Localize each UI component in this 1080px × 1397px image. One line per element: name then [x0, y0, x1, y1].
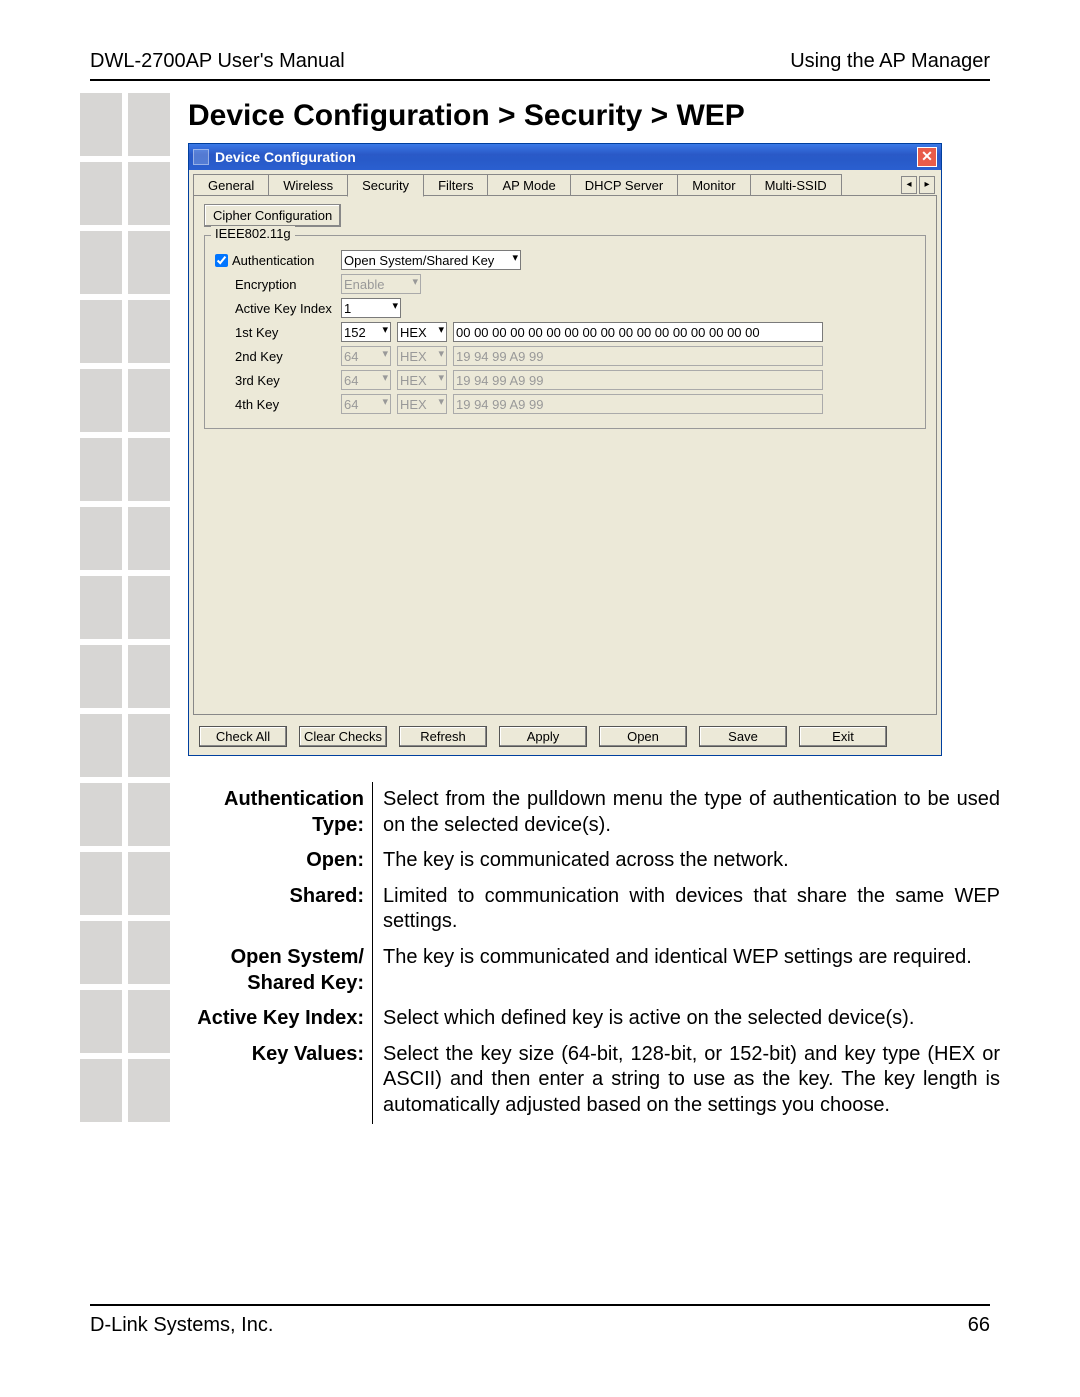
tab-monitor[interactable]: Monitor	[677, 174, 750, 196]
page-header: DWL-2700AP User's Manual Using the AP Ma…	[90, 50, 990, 81]
key3-label: 3rd Key	[215, 373, 335, 388]
key3-value-input	[453, 370, 823, 390]
window-icon	[193, 149, 209, 165]
desc-term-shared: Shared:	[188, 879, 373, 940]
device-configuration-window: Device Configuration ✕ General Wireless …	[188, 143, 942, 756]
window-titlebar: Device Configuration ✕	[189, 144, 941, 170]
header-right: Using the AP Manager	[790, 50, 990, 73]
key2-label: 2nd Key	[215, 349, 335, 364]
save-button[interactable]: Save	[699, 726, 787, 747]
description-table: Authentication Type: Select from the pul…	[188, 782, 1000, 1124]
active-key-index-select[interactable]	[341, 298, 401, 318]
security-panel: Cipher Configuration IEEE802.11g Authent…	[193, 195, 937, 715]
dialog-button-row: Check All Clear Checks Refresh Apply Ope…	[189, 720, 941, 755]
apply-button[interactable]: Apply	[499, 726, 587, 747]
desc-term-open-shared: Open System/ Shared Key:	[188, 940, 373, 1001]
authentication-checkbox[interactable]	[215, 254, 228, 267]
page-footer: D-Link Systems, Inc. 66	[90, 1304, 990, 1337]
open-button[interactable]: Open	[599, 726, 687, 747]
key1-value-input[interactable]	[453, 322, 823, 342]
fieldset-legend: IEEE802.11g	[211, 226, 295, 241]
clear-checks-button[interactable]: Clear Checks	[299, 726, 387, 747]
close-button[interactable]: ✕	[917, 147, 937, 167]
footer-left: D-Link Systems, Inc.	[90, 1314, 273, 1337]
tab-multi-ssid[interactable]: Multi-SSID	[750, 174, 842, 196]
tab-general[interactable]: General	[193, 174, 269, 196]
desc-def-open-shared: The key is communicated and identical WE…	[373, 940, 1000, 1001]
check-all-button[interactable]: Check All	[199, 726, 287, 747]
authentication-select[interactable]	[341, 250, 521, 270]
tab-scroll-right[interactable]: ▸	[919, 176, 935, 194]
key3-type-select	[397, 370, 447, 390]
desc-term-open: Open:	[188, 843, 373, 879]
key2-type-select	[397, 346, 447, 366]
desc-def-open: The key is communicated across the netwo…	[373, 843, 1000, 879]
active-key-index-label: Active Key Index	[215, 301, 335, 316]
tab-filters[interactable]: Filters	[423, 174, 488, 196]
key4-size-select	[341, 394, 391, 414]
encryption-label: Encryption	[215, 277, 335, 292]
cipher-configuration-button[interactable]: Cipher Configuration	[204, 204, 341, 227]
tab-bar: General Wireless Security Filters AP Mod…	[189, 170, 941, 196]
footer-right: 66	[968, 1314, 990, 1337]
refresh-button[interactable]: Refresh	[399, 726, 487, 747]
desc-def-shared: Limited to communication with devices th…	[373, 879, 1000, 940]
key2-value-input	[453, 346, 823, 366]
desc-def-active-key-index: Select which defined key is active on th…	[373, 1001, 1000, 1037]
key4-label: 4th Key	[215, 397, 335, 412]
desc-term-active-key-index: Active Key Index:	[188, 1001, 373, 1037]
desc-term-key-values: Key Values:	[188, 1037, 373, 1124]
desc-def-key-values: Select the key size (64-bit, 128-bit, or…	[373, 1037, 1000, 1124]
key1-label: 1st Key	[215, 325, 335, 340]
tab-dhcp-server[interactable]: DHCP Server	[570, 174, 679, 196]
exit-button[interactable]: Exit	[799, 726, 887, 747]
desc-def-auth-type: Select from the pulldown menu the type o…	[373, 782, 1000, 843]
key4-value-input	[453, 394, 823, 414]
authentication-label: Authentication	[232, 253, 314, 268]
header-left: DWL-2700AP User's Manual	[90, 50, 345, 73]
encryption-select	[341, 274, 421, 294]
tab-ap-mode[interactable]: AP Mode	[487, 174, 570, 196]
decorative-blocks	[80, 93, 180, 1128]
key3-size-select	[341, 370, 391, 390]
key4-type-select	[397, 394, 447, 414]
key1-size-select[interactable]	[341, 322, 391, 342]
desc-term-auth-type: Authentication Type:	[188, 782, 373, 843]
ieee80211g-fieldset: IEEE802.11g Authentication Encrypti	[204, 235, 926, 429]
window-title: Device Configuration	[215, 149, 917, 165]
tab-security[interactable]: Security	[347, 174, 424, 197]
tab-wireless[interactable]: Wireless	[268, 174, 348, 196]
tab-scroll-left[interactable]: ◂	[901, 176, 917, 194]
page-title: Device Configuration > Security > WEP	[188, 99, 1000, 133]
key1-type-select[interactable]	[397, 322, 447, 342]
key2-size-select	[341, 346, 391, 366]
